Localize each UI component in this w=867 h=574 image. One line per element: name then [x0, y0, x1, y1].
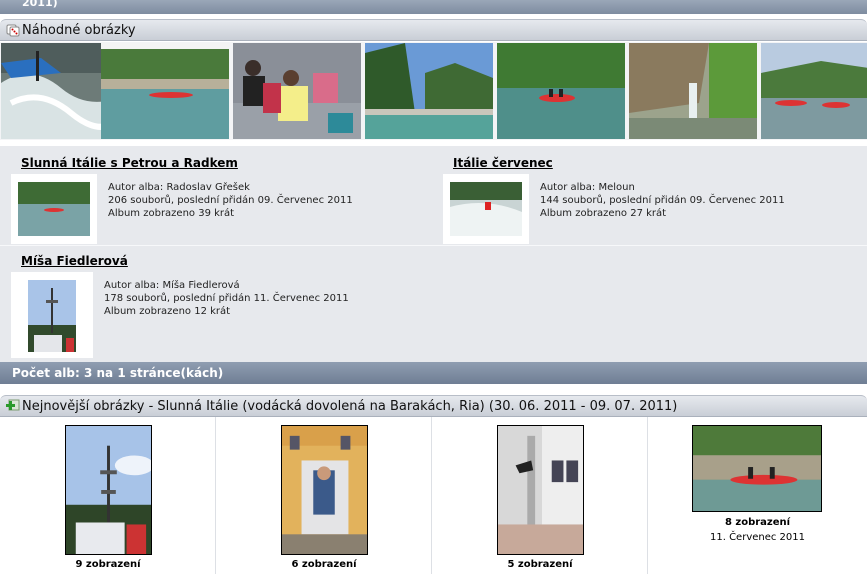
- album-author: Autor alba: Meloun: [540, 182, 635, 193]
- latest-image-thumb[interactable]: [281, 425, 368, 555]
- tower-photo: [66, 426, 151, 554]
- album-files: 206 souborů, poslední přidán 09. Červene…: [108, 195, 353, 206]
- album-author: Autor alba: Míša Fiedlerová: [104, 280, 240, 291]
- album-title-link[interactable]: Slunná Itálie s Petrou a Radkem: [21, 156, 238, 170]
- latest-images-grid: 9 zobrazení 6 zobrazení 5 zobrazení 8 zo…: [0, 417, 867, 574]
- gallery-page: 2011) Náhodné obrázky Slunná Itálie s Pe…: [0, 0, 867, 574]
- album-info: Autor alba: Meloun 144 souborů, poslední…: [540, 181, 785, 220]
- random-thumb-group-people[interactable]: [233, 43, 361, 139]
- album-cover-image: [18, 182, 90, 236]
- column-statue-photo: [498, 426, 583, 554]
- album-info: Autor alba: Radoslav Gřešek 206 souborů,…: [108, 181, 353, 220]
- latest-image-cell: 8 zobrazení 11. Červenec 2011: [648, 417, 867, 574]
- latest-images-header: Nejnovější obrázky - Slunná Itálie (vodá…: [0, 395, 867, 417]
- latest-images-title: Nejnovější obrázky - Slunná Itálie (vodá…: [22, 399, 678, 414]
- fountain-statue-photo: [282, 426, 367, 554]
- album-list: Slunná Itálie s Petrou a Radkem Autor al…: [0, 146, 867, 362]
- random-thumb-rafts-lake[interactable]: [761, 43, 867, 139]
- album-count-text: Počet alb: 3 na 1 stránce(kách): [12, 366, 224, 380]
- random-images-strip: [0, 42, 867, 140]
- random-images-header: Náhodné obrázky: [0, 19, 867, 41]
- album-thumbnail[interactable]: [11, 174, 97, 244]
- remnant-text: 2011): [22, 0, 58, 9]
- album-card: Míša Fiedlerová Autor alba: Míša Fiedler…: [0, 246, 430, 362]
- album-card: Slunná Itálie s Petrou a Radkem Autor al…: [0, 146, 430, 245]
- latest-image-thumb[interactable]: [692, 425, 822, 512]
- album-title-link[interactable]: Míša Fiedlerová: [21, 254, 128, 268]
- latest-image-thumb[interactable]: [497, 425, 584, 555]
- random-thumb-raft-river[interactable]: [497, 43, 625, 139]
- latest-image-cell: 6 zobrazení: [216, 417, 432, 574]
- random-thumb-river-rafts[interactable]: [101, 43, 229, 139]
- random-thumb-river-canyon[interactable]: [365, 43, 493, 139]
- album-views: Album zobrazeno 27 krát: [540, 208, 667, 219]
- album-cover-image: [450, 182, 522, 236]
- album-info: Autor alba: Míša Fiedlerová 178 souborů,…: [104, 279, 349, 318]
- album-thumbnail[interactable]: [443, 174, 529, 244]
- album-views: Album zobrazeno 39 krát: [108, 208, 235, 219]
- latest-image-thumb[interactable]: [65, 425, 152, 555]
- previous-section-remnant: 2011): [0, 0, 867, 14]
- latest-image-cell: 9 zobrazení: [0, 417, 216, 574]
- latest-image-views: 9 zobrazení: [75, 559, 141, 570]
- album-files: 178 souborů, poslední přidán 11. Červene…: [104, 293, 349, 304]
- latest-image-date: 11. Červenec 2011: [709, 532, 805, 543]
- album-author: Autor alba: Radoslav Gřešek: [108, 182, 250, 193]
- random-images-title: Náhodné obrázky: [22, 23, 136, 38]
- latest-image-cell: 5 zobrazení: [432, 417, 648, 574]
- dice-icon: [6, 24, 20, 37]
- album-card: Itálie červenec Autor alba: Meloun 144 s…: [432, 146, 867, 245]
- album-count-bar: Počet alb: 3 na 1 stránce(kách): [0, 362, 867, 384]
- album-cover-image: [28, 280, 76, 352]
- album-views: Album zobrazeno 12 krát: [104, 306, 231, 317]
- album-thumbnail[interactable]: [11, 272, 93, 358]
- plus-image-icon: [6, 399, 20, 411]
- album-files: 144 souborů, poslední přidán 09. Červene…: [540, 195, 785, 206]
- random-thumb-cliff-waterfall[interactable]: [629, 43, 757, 139]
- latest-image-views: 5 zobrazení: [507, 559, 573, 570]
- raft-photo: [693, 426, 821, 511]
- album-title-link[interactable]: Itálie červenec: [453, 156, 553, 170]
- latest-image-views: 6 zobrazení: [291, 559, 357, 570]
- latest-image-views: 8 zobrazení: [724, 517, 791, 528]
